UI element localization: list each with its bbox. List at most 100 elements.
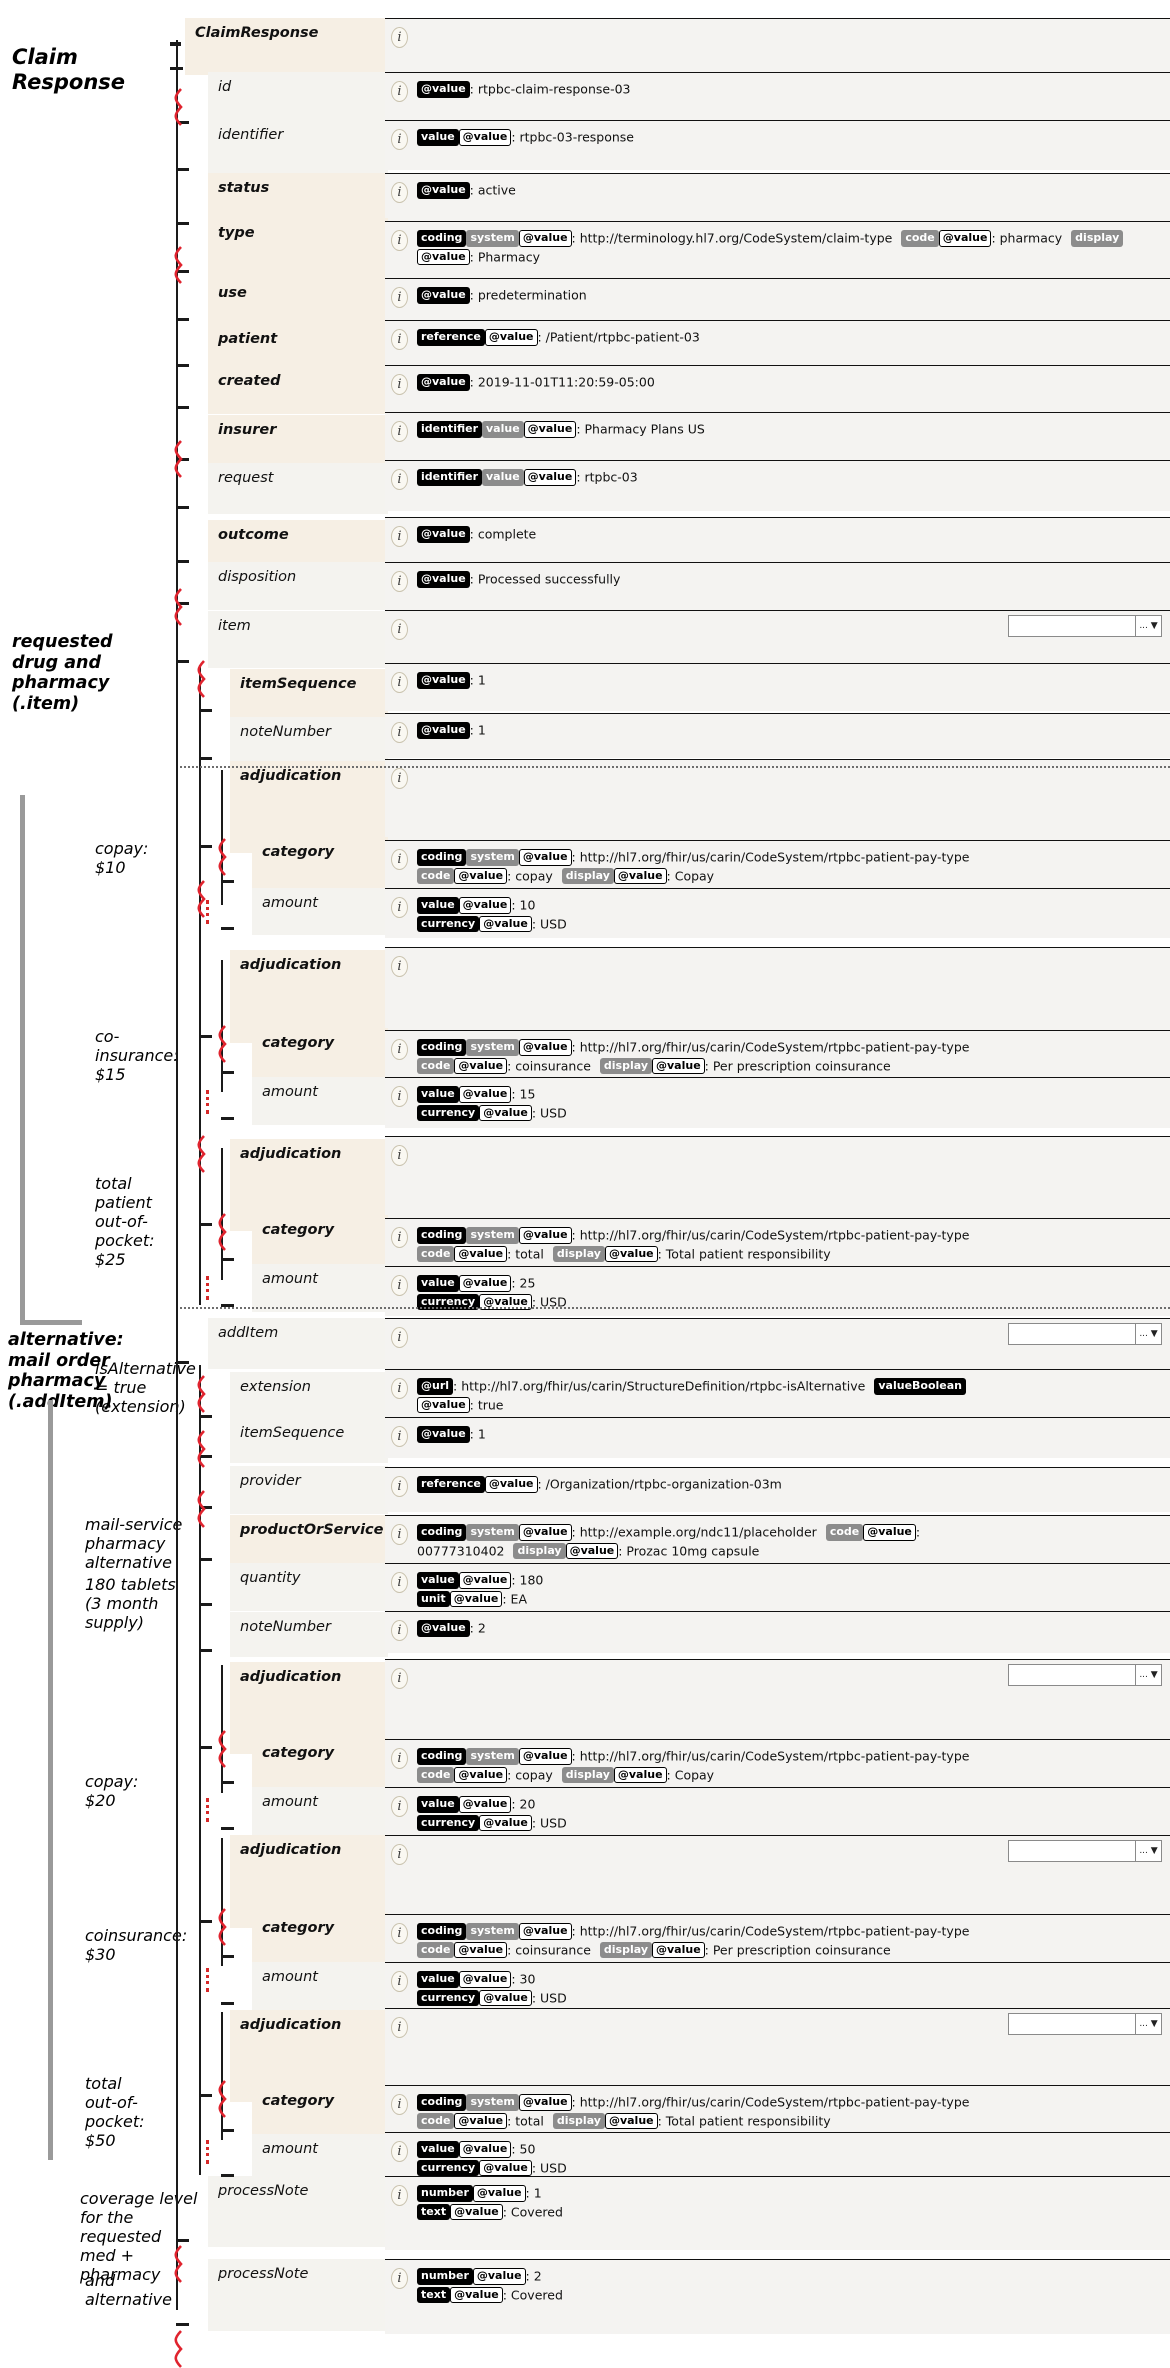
tree-node-identifier[interactable]: identifier: [208, 120, 388, 176]
info-icon[interactable]: i: [391, 1039, 408, 1060]
dropdown-field[interactable]: [1008, 1323, 1136, 1345]
tree-node-notenumber[interactable]: noteNumber: [230, 1612, 388, 1657]
info-icon[interactable]: i: [391, 421, 408, 442]
tree-node-amount[interactable]: amount: [252, 2134, 388, 2182]
info-icon[interactable]: i: [391, 619, 408, 640]
info-icon[interactable]: i: [391, 2268, 408, 2289]
info-icon[interactable]: i: [391, 1796, 408, 1817]
tree-node-category[interactable]: category: [252, 2086, 388, 2137]
info-icon[interactable]: i: [391, 1524, 408, 1545]
tree-node-amount[interactable]: amount: [252, 1264, 388, 1312]
badge-value: @value: [458, 2141, 512, 2158]
info-icon[interactable]: i: [391, 2094, 408, 2115]
tree-node-category[interactable]: category: [252, 1738, 388, 1789]
row-dropdown[interactable]: ... ▼: [1008, 1840, 1162, 1862]
info-icon[interactable]: i: [391, 672, 408, 693]
cardinality-squiggle: [195, 1490, 209, 1528]
info-icon[interactable]: i: [391, 1668, 408, 1689]
badge-display: display: [552, 2112, 605, 2130]
info-icon[interactable]: i: [391, 374, 408, 395]
info-icon[interactable]: i: [391, 1327, 408, 1348]
tree-node-insurer[interactable]: insurer: [208, 415, 388, 466]
tree-node-label: processNote: [218, 2266, 309, 2282]
tree-node-disposition[interactable]: disposition: [208, 562, 388, 610]
info-icon[interactable]: i: [391, 1923, 408, 1944]
info-icon[interactable]: i: [391, 1227, 408, 1248]
tree-node-additem[interactable]: addItem: [208, 1318, 388, 1369]
tree-node-category[interactable]: category: [252, 1215, 388, 1266]
row-dropdown[interactable]: ... ▼: [1008, 615, 1162, 637]
info-icon[interactable]: i: [391, 129, 408, 150]
tree-node-patient[interactable]: patient: [208, 324, 388, 372]
tree-node-type[interactable]: type: [208, 218, 388, 278]
info-icon[interactable]: i: [391, 768, 408, 789]
badge-currency: currency: [417, 2159, 480, 2177]
tree-node-claimresponse[interactable]: ClaimResponse: [185, 18, 385, 75]
tree-node-amount[interactable]: amount: [252, 888, 388, 935]
info-icon[interactable]: i: [391, 1426, 408, 1447]
tree-node-extension[interactable]: extension: [230, 1372, 388, 1423]
tree-node-itemsequence[interactable]: itemSequence: [230, 1418, 388, 1463]
info-icon[interactable]: i: [391, 722, 408, 743]
tree-node-processnote[interactable]: processNote: [208, 2176, 388, 2247]
dropdown-field[interactable]: [1008, 615, 1136, 637]
info-icon[interactable]: i: [391, 2141, 408, 2162]
info-icon[interactable]: i: [391, 230, 408, 251]
info-icon[interactable]: i: [391, 1844, 408, 1865]
info-icon[interactable]: i: [391, 1748, 408, 1769]
tree-node-amount[interactable]: amount: [252, 1962, 388, 2010]
info-icon[interactable]: i: [391, 329, 408, 350]
tree-node-productorservice[interactable]: productOrService: [230, 1515, 388, 1566]
tree-node-created[interactable]: created: [208, 366, 388, 414]
chevron-down-icon[interactable]: ... ▼: [1136, 1840, 1162, 1862]
info-icon[interactable]: i: [391, 1620, 408, 1641]
tree-node-label: outcome: [218, 527, 289, 543]
info-icon[interactable]: i: [391, 81, 408, 102]
tree-node-itemsequence[interactable]: itemSequence: [230, 669, 388, 717]
info-icon[interactable]: i: [391, 1971, 408, 1992]
dropdown-field[interactable]: [1008, 2013, 1136, 2035]
chevron-down-icon[interactable]: ... ▼: [1136, 2013, 1162, 2035]
tree-node-amount[interactable]: amount: [252, 1077, 388, 1125]
value-content: number @value: 1 text @value: Covered: [417, 2182, 1170, 2221]
tree-node-use[interactable]: use: [208, 278, 388, 326]
tree-node-request[interactable]: request: [208, 463, 388, 514]
info-icon[interactable]: i: [391, 2017, 408, 2038]
info-icon[interactable]: i: [391, 27, 408, 48]
row-dropdown[interactable]: ... ▼: [1008, 1664, 1162, 1686]
info-icon[interactable]: i: [391, 469, 408, 490]
info-icon[interactable]: i: [391, 1378, 408, 1399]
cardinality-squiggle: [216, 838, 230, 876]
tree-node-processnote[interactable]: processNote: [208, 2259, 388, 2331]
info-icon[interactable]: i: [391, 2185, 408, 2206]
info-icon[interactable]: i: [391, 1086, 408, 1107]
tree-node-provider[interactable]: provider: [230, 1466, 388, 1514]
info-icon[interactable]: i: [391, 1476, 408, 1497]
info-icon[interactable]: i: [391, 287, 408, 308]
info-icon[interactable]: i: [391, 897, 408, 918]
chevron-down-icon[interactable]: ... ▼: [1136, 1664, 1162, 1686]
info-icon[interactable]: i: [391, 1275, 408, 1296]
tree-node-category[interactable]: category: [252, 1913, 388, 1963]
tree-node-notenumber[interactable]: noteNumber: [230, 717, 388, 765]
chevron-down-icon[interactable]: ... ▼: [1136, 615, 1162, 637]
info-icon[interactable]: i: [391, 1145, 408, 1166]
value-text: : http://terminology.hl7.org/CodeSystem/…: [571, 230, 893, 246]
tree-node-amount[interactable]: amount: [252, 1787, 388, 1835]
tree-node-quantity[interactable]: quantity: [230, 1563, 388, 1611]
chevron-down-icon[interactable]: ... ▼: [1136, 1323, 1162, 1345]
info-icon[interactable]: i: [391, 571, 408, 592]
dropdown-field[interactable]: [1008, 1664, 1136, 1686]
tree-node-category[interactable]: category: [252, 837, 388, 888]
tree-node-outcome[interactable]: outcome: [208, 520, 388, 568]
info-icon[interactable]: i: [391, 1572, 408, 1593]
info-icon[interactable]: i: [391, 849, 408, 870]
tree-node-category[interactable]: category: [252, 1028, 388, 1079]
info-icon[interactable]: i: [391, 956, 408, 977]
info-icon[interactable]: i: [391, 526, 408, 547]
tree-node-item[interactable]: item: [208, 611, 388, 668]
row-dropdown[interactable]: ... ▼: [1008, 2013, 1162, 2035]
row-dropdown[interactable]: ... ▼: [1008, 1323, 1162, 1345]
dropdown-field[interactable]: [1008, 1840, 1136, 1862]
info-icon[interactable]: i: [391, 182, 408, 203]
